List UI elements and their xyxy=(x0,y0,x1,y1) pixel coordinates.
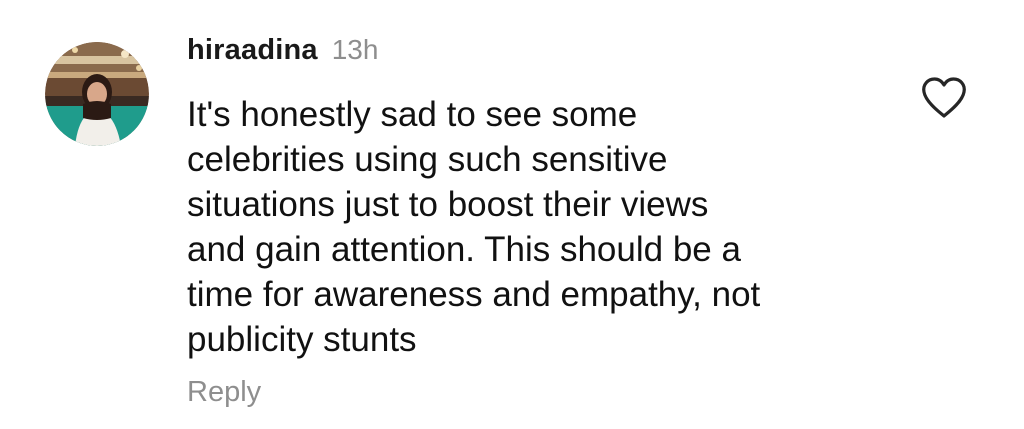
comment-item: hiraadina 13h It's honestly sad to see s… xyxy=(0,0,1024,429)
heart-outline-icon xyxy=(922,77,966,118)
comment-timestamp: 13h xyxy=(331,34,379,65)
avatar[interactable] xyxy=(45,42,149,146)
avatar-image xyxy=(45,42,149,146)
comment-text: It's honestly sad to see some celebritie… xyxy=(187,95,761,359)
reply-button[interactable]: Reply xyxy=(187,376,261,409)
comment-meta: hiraadina 13h xyxy=(187,34,378,74)
like-button[interactable] xyxy=(920,76,968,120)
username-link[interactable]: hiraadina xyxy=(187,34,318,67)
